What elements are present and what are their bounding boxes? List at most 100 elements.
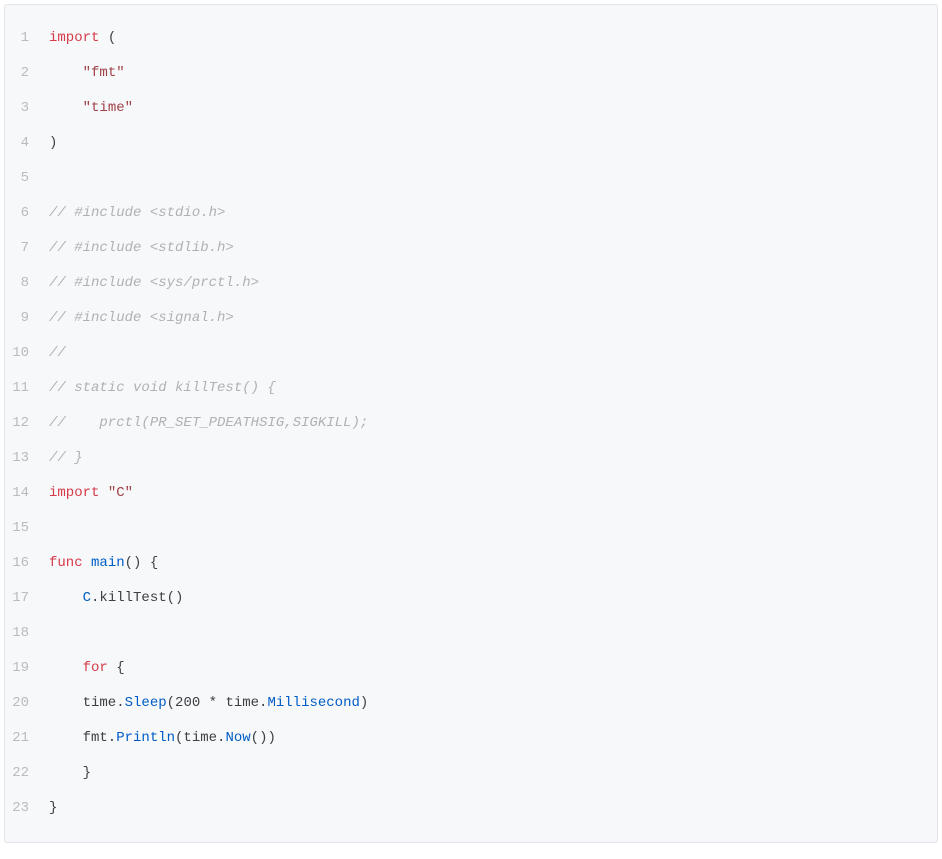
line-content: // static void killTest() { — [49, 371, 937, 406]
code-line: 20 time.Sleep(200 * time.Millisecond) — [5, 686, 937, 721]
line-content — [49, 616, 937, 651]
line-number: 22 — [5, 756, 49, 791]
code-token: // prctl(PR_SET_PDEATHSIG,SIGKILL); — [49, 415, 368, 431]
line-content: // } — [49, 441, 937, 476]
code-token: "C" — [108, 485, 133, 501]
code-token: import — [49, 485, 99, 501]
code-line: 5 — [5, 161, 937, 196]
code-line: 19 for { — [5, 651, 937, 686]
code-token: // #include <sys/prctl.h> — [49, 275, 259, 291]
code-token: // } — [49, 450, 83, 466]
code-token — [83, 555, 91, 571]
code-token: time. — [49, 695, 125, 711]
line-number: 7 — [5, 231, 49, 266]
code-token: Now — [225, 730, 250, 746]
line-content: for { — [49, 651, 937, 686]
code-line: 17 C.killTest() — [5, 581, 937, 616]
line-number: 11 — [5, 371, 49, 406]
line-content: import "C" — [49, 476, 937, 511]
code-token — [49, 65, 83, 81]
code-line: 23} — [5, 791, 937, 826]
code-line: 2 "fmt" — [5, 56, 937, 91]
line-number: 19 — [5, 651, 49, 686]
code-line: 12// prctl(PR_SET_PDEATHSIG,SIGKILL); — [5, 406, 937, 441]
line-content: ) — [49, 126, 937, 161]
code-token: } — [49, 765, 91, 781]
code-line: 7// #include <stdlib.h> — [5, 231, 937, 266]
line-content: func main() { — [49, 546, 937, 581]
line-content — [49, 161, 937, 196]
code-token: func — [49, 555, 83, 571]
line-content: "time" — [49, 91, 937, 126]
code-token: () { — [125, 555, 159, 571]
line-content: time.Sleep(200 * time.Millisecond) — [49, 686, 937, 721]
code-token: // — [49, 345, 66, 361]
code-token: Println — [116, 730, 175, 746]
code-line: 16func main() { — [5, 546, 937, 581]
line-number: 6 — [5, 196, 49, 231]
line-content: C.killTest() — [49, 581, 937, 616]
line-content: // #include <stdlib.h> — [49, 231, 937, 266]
line-number: 23 — [5, 791, 49, 826]
line-number: 15 — [5, 511, 49, 546]
code-token: ()) — [251, 730, 276, 746]
code-line: 6// #include <stdio.h> — [5, 196, 937, 231]
line-content: // #include <signal.h> — [49, 301, 937, 336]
code-container: 1import (2 "fmt"3 "time"4)5 6// #include… — [5, 21, 937, 826]
line-number: 4 — [5, 126, 49, 161]
code-token: Millisecond — [267, 695, 359, 711]
code-token: Sleep — [125, 695, 167, 711]
code-line: 9// #include <signal.h> — [5, 301, 937, 336]
code-token — [49, 590, 83, 606]
line-number: 9 — [5, 301, 49, 336]
line-number: 13 — [5, 441, 49, 476]
line-content: import ( — [49, 21, 937, 56]
line-content: "fmt" — [49, 56, 937, 91]
code-line: 13// } — [5, 441, 937, 476]
code-token: // #include <stdlib.h> — [49, 240, 234, 256]
code-token: "fmt" — [83, 65, 125, 81]
line-number: 20 — [5, 686, 49, 721]
line-content: // — [49, 336, 937, 371]
code-token: ) — [360, 695, 368, 711]
code-line: 22 } — [5, 756, 937, 791]
line-number: 16 — [5, 546, 49, 581]
code-line: 14import "C" — [5, 476, 937, 511]
line-number: 12 — [5, 406, 49, 441]
code-line: 15 — [5, 511, 937, 546]
code-token: (200 * time. — [167, 695, 268, 711]
code-token: import — [49, 30, 99, 46]
code-token: (time. — [175, 730, 225, 746]
line-number: 10 — [5, 336, 49, 371]
code-token: ( — [99, 30, 116, 46]
code-token: // #include <signal.h> — [49, 310, 234, 326]
line-number: 17 — [5, 581, 49, 616]
code-token: for — [83, 660, 108, 676]
code-line: 3 "time" — [5, 91, 937, 126]
line-content: // #include <sys/prctl.h> — [49, 266, 937, 301]
code-token: .killTest() — [91, 590, 183, 606]
line-number: 21 — [5, 721, 49, 756]
code-token: ) — [49, 135, 57, 151]
line-number: 18 — [5, 616, 49, 651]
line-content: // prctl(PR_SET_PDEATHSIG,SIGKILL); — [49, 406, 937, 441]
code-token — [99, 485, 107, 501]
line-content: } — [49, 756, 937, 791]
code-line: 21 fmt.Println(time.Now()) — [5, 721, 937, 756]
code-line: 18 — [5, 616, 937, 651]
code-token: "time" — [83, 100, 133, 116]
code-token — [49, 660, 83, 676]
code-token: } — [49, 800, 57, 816]
code-token: // static void killTest() { — [49, 380, 276, 396]
code-line: 1import ( — [5, 21, 937, 56]
line-number: 8 — [5, 266, 49, 301]
line-content: fmt.Println(time.Now()) — [49, 721, 937, 756]
code-line: 4) — [5, 126, 937, 161]
line-content — [49, 511, 937, 546]
code-token: C — [83, 590, 91, 606]
line-content: // #include <stdio.h> — [49, 196, 937, 231]
line-number: 1 — [5, 21, 49, 56]
line-number: 2 — [5, 56, 49, 91]
code-line: 8// #include <sys/prctl.h> — [5, 266, 937, 301]
code-token: // #include <stdio.h> — [49, 205, 225, 221]
